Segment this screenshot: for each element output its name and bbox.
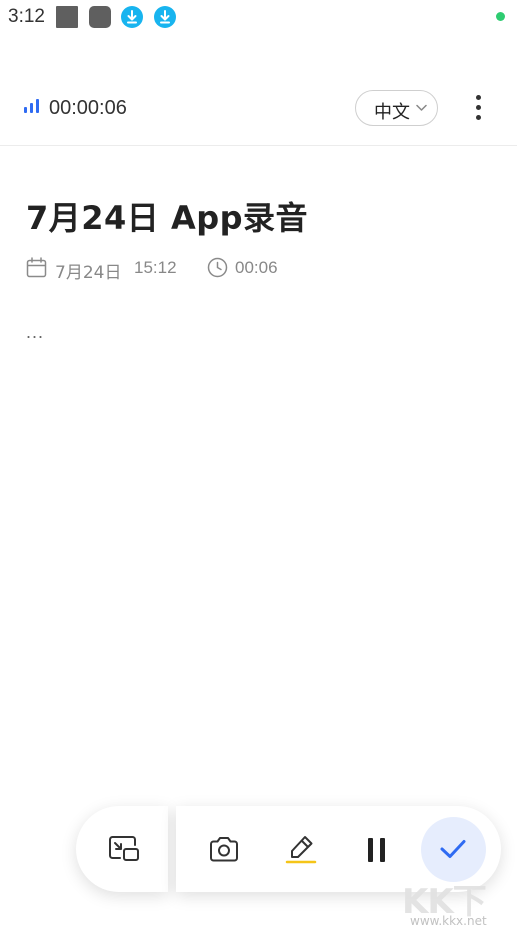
watermark-url: www.kkx.net <box>410 914 487 928</box>
app-icon <box>89 6 111 28</box>
chevron-down-icon <box>416 104 427 111</box>
language-label: 中文 <box>374 102 410 123</box>
check-icon <box>440 840 466 858</box>
note-title: 7月24日 App录音 <box>26 199 309 237</box>
language-selector[interactable]: 中文 <box>355 90 438 126</box>
status-bar: 3:12 <box>0 0 517 34</box>
note-date: 7月24日 <box>55 263 122 283</box>
pause-icon[interactable] <box>360 833 394 867</box>
gallery-icon <box>56 6 78 28</box>
download-icon <box>154 6 176 28</box>
clock-icon <box>207 257 228 278</box>
note-duration: 00:06 <box>235 258 278 277</box>
recording-header: 00:00:06 中文 <box>0 70 517 146</box>
audio-level-icon <box>24 99 40 115</box>
note-time: 15:12 <box>134 258 177 277</box>
calendar-icon <box>26 257 47 278</box>
floating-window-panel <box>76 806 168 892</box>
note-meta: 7月24日 15:12 00:06 <box>26 256 466 283</box>
picture-in-picture-icon[interactable] <box>107 833 141 865</box>
download-icon <box>121 6 143 28</box>
recording-timer: 00:00:06 <box>49 97 127 119</box>
highlighter-icon[interactable] <box>284 833 318 867</box>
status-indicator-dot <box>496 12 505 21</box>
status-time: 3:12 <box>8 6 45 27</box>
camera-icon[interactable] <box>207 833 241 867</box>
watermark-logo: KK下载 www.kkx.net <box>400 870 517 932</box>
transcript-text: ... <box>26 322 45 342</box>
more-options-icon[interactable] <box>466 94 492 122</box>
